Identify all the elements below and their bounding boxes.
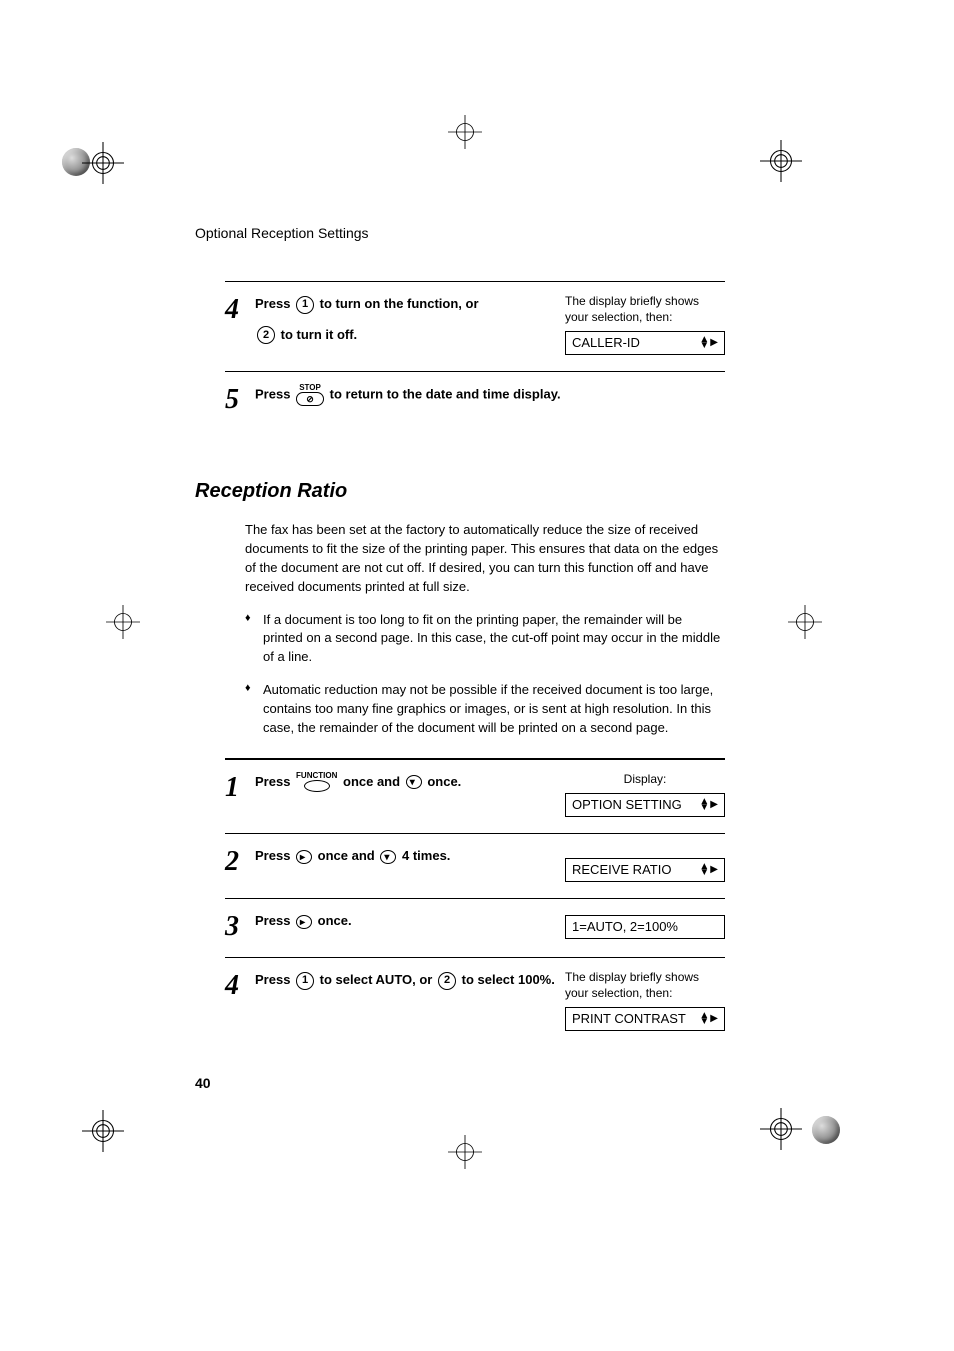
step-row: 5 Press STOP ⊘ to return to the date and… xyxy=(225,371,725,430)
bullet-item: If a document is too long to fit on the … xyxy=(245,611,725,668)
step-row: 1 Press FUNCTION once and once. Display:… xyxy=(225,759,725,834)
nav-arrows-icon: ▲▼▶ xyxy=(699,864,718,876)
step-number: 3 xyxy=(225,911,255,941)
step-row: 4 Press 1 to turn on the function, or 2 … xyxy=(225,281,725,371)
step-number: 1 xyxy=(225,772,255,802)
step-display-col: RECEIVE RATIO ▲▼▶ xyxy=(565,846,725,882)
page-content: Optional Reception Settings 4 Press 1 to… xyxy=(195,225,725,1047)
step-number: 4 xyxy=(225,970,255,1000)
step-instruction: Press STOP ⊘ to return to the date and t… xyxy=(255,384,725,406)
key-1-icon: 1 xyxy=(296,296,314,314)
registration-mark-icon xyxy=(760,1108,802,1150)
step-display-col: 1=AUTO, 2=100% xyxy=(565,911,725,939)
step-display-col: Display: OPTION SETTING ▲▼▶ xyxy=(565,772,725,818)
step-instruction: Press 1 to turn on the function, or 2 to… xyxy=(255,294,565,346)
step-row: 4 Press 1 to select AUTO, or 2 to select… xyxy=(225,957,725,1047)
key-2-icon: 2 xyxy=(257,326,275,344)
running-header: Optional Reception Settings xyxy=(195,225,725,241)
step-instruction: Press once. xyxy=(255,911,565,932)
step-number: 2 xyxy=(225,846,255,876)
right-arrow-key-icon xyxy=(296,850,312,864)
step-instruction: Press 1 to select AUTO, or 2 to select 1… xyxy=(255,970,565,991)
display-note: The display briefly shows your selection… xyxy=(565,970,725,1001)
stop-key-icon: STOP ⊘ xyxy=(296,384,324,406)
registration-mark-icon xyxy=(82,142,124,184)
key-2-icon: 2 xyxy=(438,972,456,990)
registration-mark-icon xyxy=(448,1135,482,1169)
steps-table: 1 Press FUNCTION once and once. Display:… xyxy=(225,758,725,1048)
lcd-display: 1=AUTO, 2=100% xyxy=(565,915,725,939)
registration-mark-icon xyxy=(82,1110,124,1152)
step-instruction: Press FUNCTION once and once. xyxy=(255,772,565,793)
registration-mark-icon xyxy=(106,605,140,639)
key-1-icon: 1 xyxy=(296,972,314,990)
display-label: Display: xyxy=(565,772,725,788)
display-note: The display briefly shows your selection… xyxy=(565,294,725,325)
registration-mark-icon xyxy=(448,115,482,149)
page-number: 40 xyxy=(195,1075,211,1091)
function-key-icon: FUNCTION xyxy=(296,772,337,792)
lcd-display: OPTION SETTING ▲▼▶ xyxy=(565,793,725,817)
nav-arrows-icon: ▲▼▶ xyxy=(699,1013,718,1025)
right-arrow-key-icon xyxy=(296,915,312,929)
bullet-item: Automatic reduction may not be possible … xyxy=(245,681,725,738)
print-globe-icon xyxy=(812,1116,840,1144)
down-arrow-key-icon xyxy=(380,850,396,864)
step-number: 5 xyxy=(225,384,255,414)
step-row: 2 Press once and 4 times. RECEIVE RATIO … xyxy=(225,833,725,898)
nav-arrows-icon: ▲▼▶ xyxy=(699,799,718,811)
step-display-col: The display briefly shows your selection… xyxy=(565,970,725,1031)
body-paragraph: The fax has been set at the factory to a… xyxy=(245,521,725,596)
lcd-display: RECEIVE RATIO ▲▼▶ xyxy=(565,858,725,882)
lcd-display: CALLER-ID ▲▼▶ xyxy=(565,331,725,355)
lcd-display: PRINT CONTRAST ▲▼▶ xyxy=(565,1007,725,1031)
down-arrow-key-icon xyxy=(406,775,422,789)
step-number: 4 xyxy=(225,294,255,324)
registration-mark-icon xyxy=(760,140,802,182)
step-row: 3 Press once. 1=AUTO, 2=100% xyxy=(225,898,725,957)
section-heading: Reception Ratio xyxy=(195,480,725,503)
step-instruction: Press once and 4 times. xyxy=(255,846,565,867)
nav-arrows-icon: ▲▼▶ xyxy=(699,337,718,349)
step-display-col: The display briefly shows your selection… xyxy=(565,294,725,355)
registration-mark-icon xyxy=(788,605,822,639)
